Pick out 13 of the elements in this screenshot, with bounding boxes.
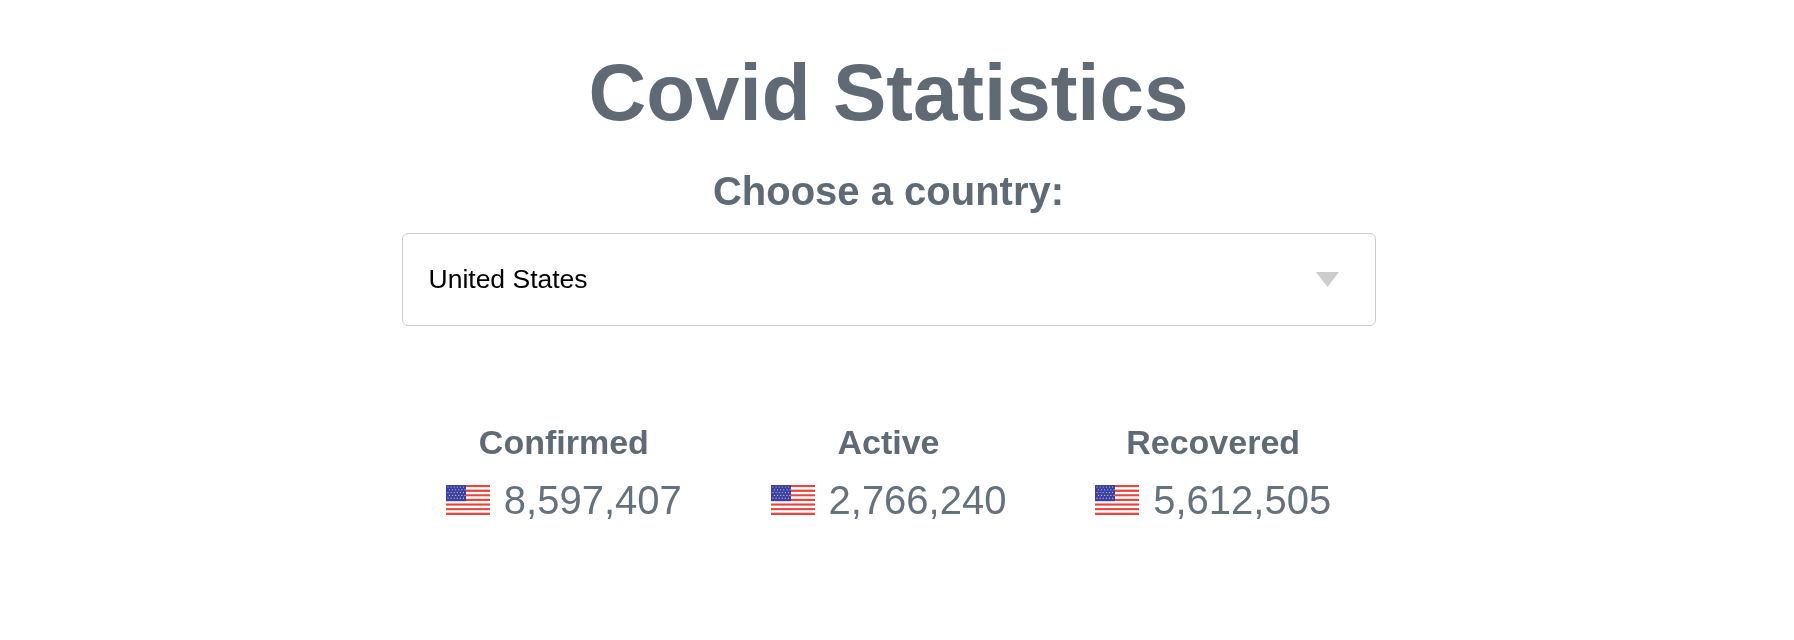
- stat-label: Confirmed: [478, 425, 649, 459]
- caret-icon: [1315, 272, 1339, 287]
- country-select[interactable]: United States: [401, 233, 1376, 326]
- stat-value: 8,597,407: [503, 480, 682, 520]
- stat-value: 2,766,240: [828, 480, 1007, 520]
- stat-value: 5,612,505: [1153, 480, 1332, 520]
- flag-icon: [770, 485, 815, 515]
- stat-label: Active: [837, 425, 940, 459]
- page-title: Covid Statistics: [588, 53, 1189, 133]
- flag-icon: [1095, 485, 1140, 515]
- flag-icon: [445, 485, 490, 515]
- stat-label: Recovered: [1126, 425, 1301, 459]
- country-label: Choose a country:: [712, 171, 1065, 211]
